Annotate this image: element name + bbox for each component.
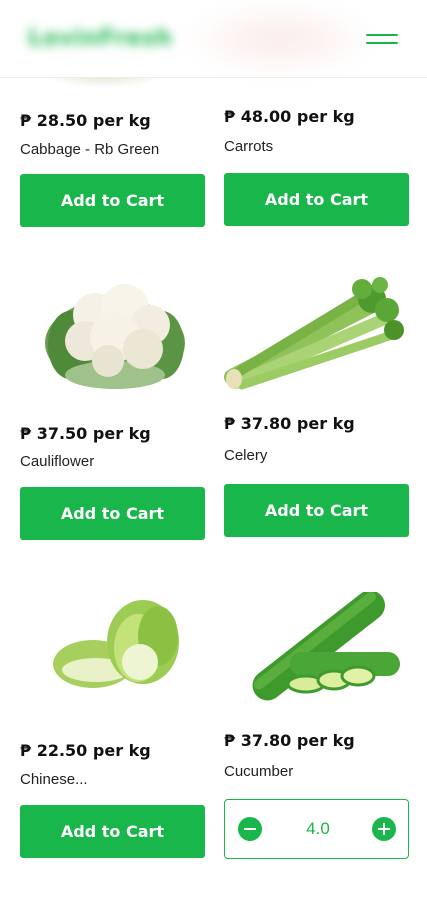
- product-name: Cauliflower: [20, 453, 95, 470]
- product-name: Celery: [224, 447, 268, 464]
- quantity-stepper: 4.0: [224, 799, 409, 859]
- add-to-cart-button[interactable]: Add to Cart: [20, 805, 205, 858]
- app-header: LovinFresh: [0, 0, 427, 78]
- add-to-cart-button[interactable]: Add to Cart: [20, 174, 205, 227]
- product-name: Chinese...: [20, 771, 88, 788]
- hamburger-menu-icon[interactable]: [366, 31, 398, 47]
- quantity-value[interactable]: 4.0: [285, 819, 351, 839]
- product-price: ₱ 28.50 per kg: [20, 111, 151, 130]
- cauliflower-image[interactable]: [40, 275, 190, 395]
- product-price: ₱ 37.80 per kg: [224, 731, 355, 750]
- product-price: ₱ 48.00 per kg: [224, 107, 355, 126]
- product-price: ₱ 37.50 per kg: [20, 424, 151, 443]
- header-blur-tint: [180, 0, 380, 78]
- decrease-quantity-icon[interactable]: [238, 817, 262, 841]
- product-price: ₱ 37.80 per kg: [224, 414, 355, 433]
- add-to-cart-button[interactable]: Add to Cart: [20, 487, 205, 540]
- increase-quantity-icon[interactable]: [372, 817, 396, 841]
- product-name: Carrots: [224, 138, 274, 155]
- add-to-cart-button[interactable]: Add to Cart: [224, 173, 409, 226]
- product-name: Cabbage - Rb Green: [20, 141, 160, 158]
- product-name: Cucumber: [224, 763, 294, 780]
- add-to-cart-button[interactable]: Add to Cart: [224, 484, 409, 537]
- cucumber-image[interactable]: [234, 592, 406, 702]
- product-price: ₱ 22.50 per kg: [20, 741, 151, 760]
- celery-image[interactable]: [222, 275, 407, 395]
- chinese-cabbage-image[interactable]: [48, 592, 188, 697]
- brand-logo[interactable]: LovinFresh: [28, 26, 173, 52]
